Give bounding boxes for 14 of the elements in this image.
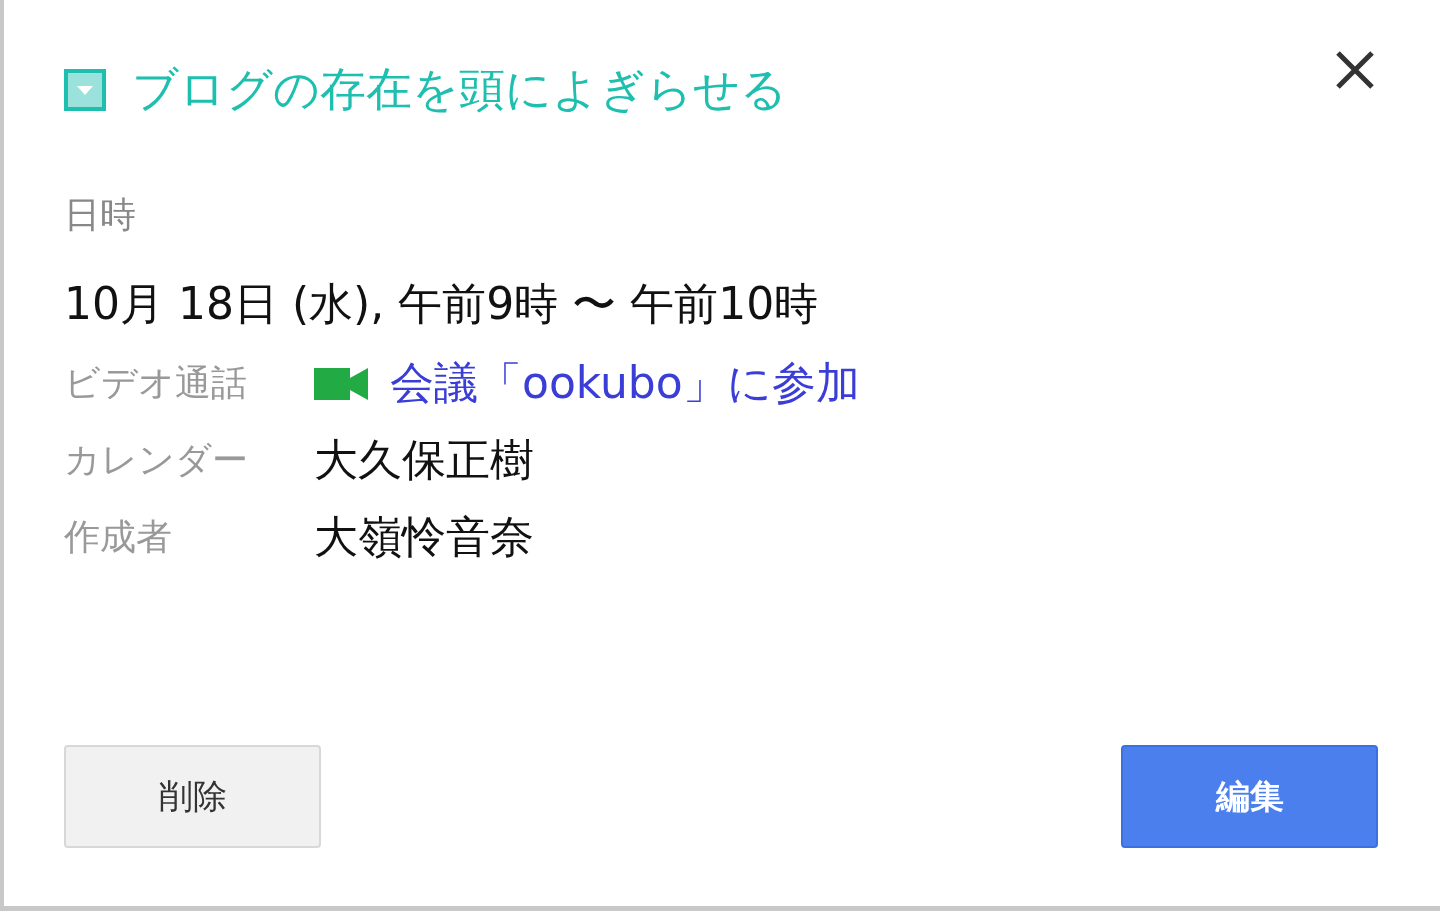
delete-button[interactable]: 削除 <box>64 745 321 848</box>
event-color-icon[interactable] <box>64 68 106 111</box>
join-meeting-link[interactable]: 会議「ookubo」に参加 <box>390 357 860 410</box>
field-label: 日時 <box>64 193 137 237</box>
event-title: ブログの存在を頭によぎらせる <box>132 62 787 118</box>
field-label: ビデオ通話 <box>64 361 248 406</box>
close-icon[interactable] <box>1334 48 1376 91</box>
event-date-time: 10月 18日 (水), 午前9時 〜 午前10時 <box>64 278 820 332</box>
edit-button[interactable]: 編集 <box>1121 745 1378 848</box>
field-value: 大久保正樹 <box>314 433 534 487</box>
video-camera-icon <box>314 367 368 400</box>
field-value: 大嶺怜音奈 <box>314 510 534 564</box>
field-label: カレンダー <box>64 437 249 482</box>
field-label: 作成者 <box>64 514 173 559</box>
